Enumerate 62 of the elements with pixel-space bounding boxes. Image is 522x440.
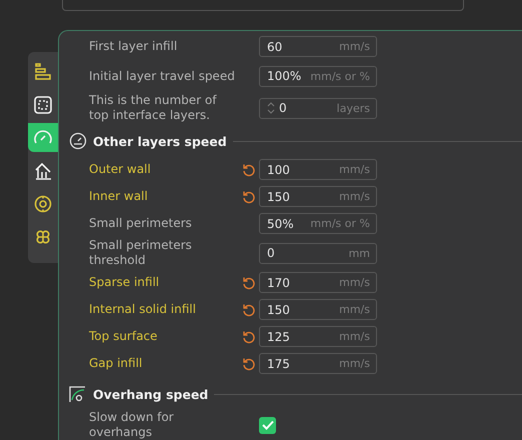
field-value: 125 (267, 330, 291, 344)
input-field[interactable]: 125 mm/s (259, 326, 377, 347)
gauge-icon (69, 132, 87, 150)
field-value: 175 (267, 356, 291, 370)
input-field[interactable]: 100 mm/s (259, 159, 377, 180)
unit-label: mm/s (339, 303, 370, 316)
unit-label: mm/s or % (310, 70, 370, 82)
section-title: Other layers speed (93, 134, 227, 148)
field-value: 170 (267, 276, 291, 290)
reset-icon[interactable] (242, 356, 256, 370)
section-title: Overhang speed (93, 386, 208, 402)
setting-label: Sparse infill (89, 275, 160, 290)
overhang-icon (69, 385, 87, 403)
field-value: 60 (267, 40, 284, 54)
input-field[interactable]: 170 mm/s (259, 272, 377, 293)
unit-label: mm/s (339, 330, 370, 343)
reset-icon[interactable] (242, 276, 256, 290)
target-icon (33, 194, 53, 214)
input-field[interactable]: 150 mm/s (259, 186, 377, 207)
field-value: 0 (267, 246, 276, 260)
unit-label: mm (348, 246, 370, 260)
field-value: 150 (267, 302, 291, 316)
setting-label: Small perimeters (89, 216, 193, 231)
input-field[interactable]: 100% mm/s or % (259, 66, 377, 86)
setting-label: Internal solid infill (89, 302, 197, 317)
setting-label: This is the number of top interface layers. (89, 93, 218, 123)
unit-label: mm/s (339, 276, 370, 289)
input-field[interactable]: 0 mm (259, 242, 377, 264)
unit-label: mm/s (339, 163, 370, 176)
field-value: 150 (267, 190, 291, 204)
field-value: 0 (279, 101, 288, 115)
field-value: 100 (267, 162, 291, 176)
spin-arrows-icon[interactable] (267, 101, 275, 115)
input-field[interactable]: 150 mm/s (259, 299, 377, 320)
unit-label: mm/s (339, 357, 370, 370)
layers-icon (33, 62, 53, 82)
unit-label: layers (336, 102, 370, 114)
setting-label: Inner wall (89, 189, 149, 204)
setting-label: First layer infill (89, 39, 178, 54)
setting-label: Small perimeters threshold (89, 238, 193, 268)
house-support-icon (33, 160, 53, 180)
input-field[interactable]: 50% mm/s or % (259, 213, 377, 234)
reset-icon[interactable] (242, 302, 256, 316)
field-value: 50% (267, 216, 295, 230)
reset-icon[interactable] (242, 162, 256, 176)
setting-label: Slow down for overhangs (89, 410, 175, 440)
frame-icon (33, 94, 53, 114)
reset-icon[interactable] (242, 330, 256, 344)
input-field[interactable]: 60 mm/s (259, 36, 377, 57)
checkbox[interactable] (259, 416, 276, 434)
unit-label: mm/s (339, 190, 370, 203)
unit-label: mm/s or % (310, 217, 370, 230)
profile-field[interactable] (62, 0, 464, 11)
setting-label: Initial layer travel speed (89, 68, 236, 84)
field-value: 100% (267, 69, 302, 83)
setting-label: Outer wall (89, 162, 152, 177)
input-field[interactable]: 175 mm/s (259, 353, 377, 374)
input-field[interactable]: 0 layers (259, 98, 377, 118)
reset-icon[interactable] (242, 190, 256, 204)
setting-label: Gap infill (89, 356, 144, 371)
setting-label: Top surface (89, 329, 158, 344)
unit-label: mm/s (339, 40, 370, 53)
